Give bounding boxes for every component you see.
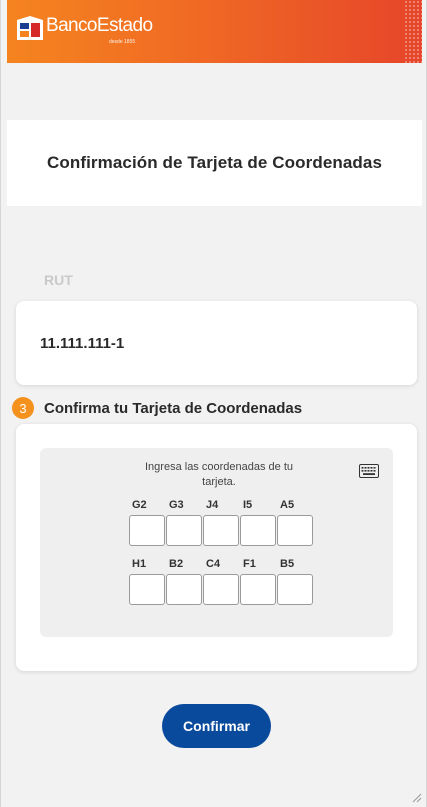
- coordinate-cell: I5: [239, 499, 276, 546]
- coordinate-cell: B5: [276, 558, 313, 605]
- coordinate-cell: C4: [202, 558, 239, 605]
- title-card: Confirmación de Tarjeta de Coordenadas: [7, 120, 422, 206]
- coordinates-row-2: H1 B2 C4 F1 B5: [128, 558, 313, 605]
- coordinates-instruction: Ingresa las coordenadas de tu tarjeta.: [145, 461, 293, 488]
- resize-handle-icon[interactable]: [412, 793, 422, 803]
- coordinate-input-b2[interactable]: [165, 574, 202, 605]
- coordinate-input-g3[interactable]: [165, 515, 202, 546]
- coordinates-panel: Ingresa las coordenadas de tu tarjeta. G…: [40, 448, 393, 637]
- rut-card: 11.111.111-1: [16, 301, 417, 385]
- coordinate-input-b5[interactable]: [276, 574, 313, 605]
- coordinate-input-c4[interactable]: [202, 574, 239, 605]
- coordinate-cell: A5: [276, 499, 313, 546]
- coordinate-cell: G3: [165, 499, 202, 546]
- coordinate-input-j4[interactable]: [202, 515, 239, 546]
- coordinate-label-g3: G3: [169, 499, 184, 511]
- coordinate-label-j4: J4: [206, 499, 219, 511]
- coordinate-label-a5: A5: [280, 499, 295, 511]
- coordinates-card: Ingresa las coordenadas de tu tarjeta. G…: [16, 424, 417, 671]
- rut-label: RUT: [44, 272, 73, 288]
- step-header: 3 Confirma tu Tarjeta de Coordenadas: [12, 397, 302, 419]
- coordinate-cell: F1: [239, 558, 276, 605]
- coordinate-label-f1: F1: [243, 558, 256, 570]
- coordinate-input-a5[interactable]: [276, 515, 313, 546]
- coordinate-cell: B2: [165, 558, 202, 605]
- header-pattern: [404, 0, 422, 63]
- app-frame: BancoEstado desde 1855 Confirmación de T…: [0, 0, 427, 807]
- coordinate-label-c4: C4: [206, 558, 221, 570]
- bancoestado-logo-icon: [17, 16, 43, 40]
- coordinate-label-h1: H1: [132, 558, 147, 570]
- step-title: Confirma tu Tarjeta de Coordenadas: [44, 399, 303, 417]
- app-header: BancoEstado desde 1855: [7, 0, 422, 63]
- coordinate-label-i5: I5: [243, 499, 253, 511]
- rut-value: 11.111.111-1: [40, 335, 125, 352]
- page-title: Confirmación de Tarjeta de Coordenadas: [46, 153, 383, 172]
- coordinate-input-g2[interactable]: [128, 515, 165, 546]
- step-number-badge: 3: [12, 397, 34, 419]
- coordinate-cell: H1: [128, 558, 165, 605]
- brand-name: BancoEstado: [46, 15, 153, 36]
- coordinate-input-h1[interactable]: [128, 574, 165, 605]
- coordinate-input-i5[interactable]: [239, 515, 276, 546]
- coordinate-input-f1[interactable]: [239, 574, 276, 605]
- brand-logo[interactable]: BancoEstado desde 1855: [17, 14, 153, 45]
- coordinate-cell: G2: [128, 499, 165, 546]
- coordinates-row-1: G2 G3 J4 I5 A5: [128, 499, 313, 546]
- keyboard-icon[interactable]: [359, 464, 379, 478]
- brand-tagline: desde 1855: [109, 39, 136, 45]
- coordinate-label-b5: B5: [280, 558, 295, 570]
- coordinate-cell: J4: [202, 499, 239, 546]
- coordinate-label-b2: B2: [169, 558, 184, 570]
- confirm-button[interactable]: Confirmar: [162, 704, 271, 748]
- coordinate-label-g2: G2: [132, 499, 147, 511]
